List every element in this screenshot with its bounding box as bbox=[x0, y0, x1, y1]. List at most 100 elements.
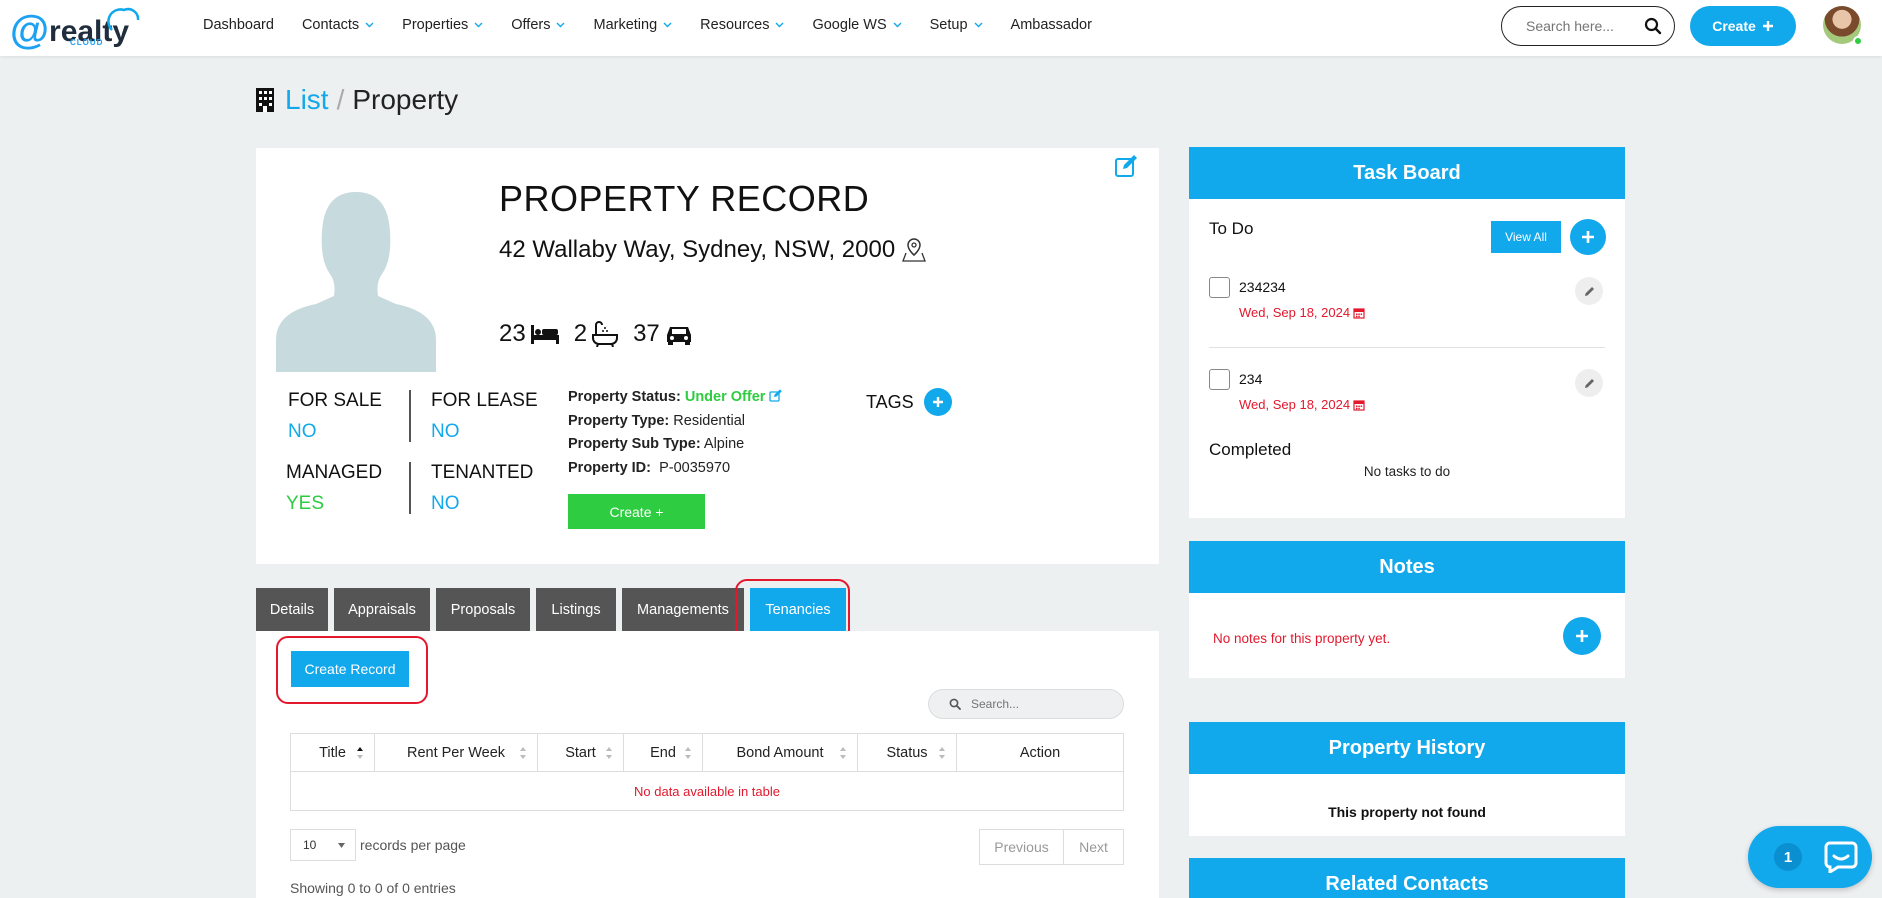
chevron-down-icon bbox=[893, 22, 902, 28]
edit-task-button[interactable] bbox=[1575, 277, 1603, 305]
no-tasks-text: No tasks to do bbox=[1363, 464, 1451, 479]
logo-at: @ bbox=[10, 8, 50, 52]
menu-dashboard[interactable]: Dashboard bbox=[203, 17, 274, 33]
page-size-select[interactable]: 10 bbox=[290, 829, 356, 861]
for-sale-label: FOR SALE bbox=[288, 390, 382, 411]
menu-resources[interactable]: Resources bbox=[700, 17, 784, 33]
create-button[interactable]: Create bbox=[1690, 6, 1796, 46]
breadcrumb-list-link[interactable]: List bbox=[285, 84, 329, 116]
tags-label: TAGS bbox=[866, 391, 914, 412]
chat-notification-count: 1 bbox=[1774, 843, 1802, 871]
menu-marketing[interactable]: Marketing bbox=[593, 17, 672, 33]
task-date-text: Wed, Sep 18, 2024 bbox=[1239, 305, 1351, 320]
for-sale-value: NO bbox=[288, 421, 317, 442]
sort-icon bbox=[520, 747, 526, 759]
chevron-down-icon bbox=[556, 22, 565, 28]
highlight-ring-create-record bbox=[276, 636, 428, 704]
plus-icon bbox=[1576, 630, 1588, 642]
column-header-status[interactable]: Status bbox=[857, 733, 957, 772]
table-search[interactable] bbox=[928, 689, 1124, 719]
tab-appraisals[interactable]: Appraisals bbox=[334, 588, 430, 631]
property-subtype-value: Alpine bbox=[703, 436, 745, 452]
add-tag-button[interactable] bbox=[923, 388, 952, 416]
next-page-button[interactable]: Next bbox=[1064, 829, 1124, 865]
menu-setup[interactable]: Setup bbox=[930, 17, 983, 33]
edit-task-button[interactable] bbox=[1575, 369, 1603, 397]
tab-details[interactable]: Details bbox=[256, 588, 328, 631]
column-label: Status bbox=[886, 744, 928, 761]
menu-label: Google WS bbox=[812, 17, 887, 33]
search-icon[interactable] bbox=[1644, 17, 1662, 35]
related-contacts-title: Related Contacts bbox=[1189, 858, 1625, 898]
menu-label: Contacts bbox=[301, 17, 360, 33]
menu-offers[interactable]: Offers bbox=[511, 17, 565, 33]
menu-ambassador[interactable]: Ambassador bbox=[1011, 17, 1092, 33]
menu-contacts[interactable]: Contacts bbox=[302, 17, 374, 33]
records-per-page: 10 records per page bbox=[290, 829, 466, 861]
plus-icon bbox=[1582, 231, 1594, 243]
tab-managements[interactable]: Managements bbox=[622, 588, 744, 631]
related-contacts-panel: Related Contacts bbox=[1189, 858, 1625, 898]
tab-proposals[interactable]: Proposals bbox=[436, 588, 530, 631]
flag-divider bbox=[409, 390, 411, 442]
task-checkbox[interactable] bbox=[1209, 369, 1230, 390]
property-status-value[interactable]: Under Offer bbox=[685, 389, 766, 405]
realty-cloud-logo[interactable]: @ realty CLOUD bbox=[10, 2, 140, 52]
property-placeholder-image bbox=[276, 162, 436, 372]
task-name[interactable]: 234234 bbox=[1239, 279, 1286, 295]
column-header-end[interactable]: End bbox=[623, 733, 703, 772]
sort-icon bbox=[606, 747, 612, 759]
pencil-icon bbox=[1584, 378, 1594, 388]
table-search-input[interactable] bbox=[971, 697, 1101, 711]
chat-bubble-icon bbox=[1824, 841, 1858, 873]
column-label: Bond Amount bbox=[736, 744, 824, 761]
previous-page-button[interactable]: Previous bbox=[979, 829, 1064, 865]
task-divider bbox=[1209, 347, 1605, 348]
property-subtype-row: Property Sub Type: Alpine bbox=[568, 433, 783, 457]
tab-listings[interactable]: Listings bbox=[536, 588, 616, 631]
global-search-input[interactable] bbox=[1526, 18, 1636, 34]
task-name[interactable]: 234 bbox=[1239, 371, 1262, 387]
caret-down-icon bbox=[338, 842, 345, 848]
column-header-title[interactable]: Title bbox=[290, 733, 375, 772]
property-status-row: Property Status: Under Offer bbox=[568, 386, 783, 410]
column-label: Action bbox=[1019, 744, 1061, 761]
property-id-value: P-0035970 bbox=[659, 459, 731, 476]
edit-property-icon[interactable] bbox=[1114, 154, 1140, 178]
add-note-button[interactable] bbox=[1563, 617, 1601, 655]
column-header-start[interactable]: Start bbox=[537, 733, 624, 772]
edit-status-icon[interactable] bbox=[769, 389, 783, 402]
global-search[interactable] bbox=[1501, 6, 1675, 46]
property-history-panel: Property History This property not found bbox=[1189, 722, 1625, 836]
property-type-label: Property Type: bbox=[568, 412, 670, 429]
plus-icon bbox=[1762, 21, 1773, 31]
add-task-button[interactable] bbox=[1570, 219, 1606, 255]
page-size-value: 10 bbox=[303, 838, 317, 852]
pagination: Previous Next bbox=[979, 829, 1124, 865]
view-all-button[interactable]: View All bbox=[1491, 221, 1561, 253]
tags-section: TAGS bbox=[866, 388, 952, 416]
column-header-bond[interactable]: Bond Amount bbox=[702, 733, 858, 772]
breadcrumb-separator: / bbox=[336, 84, 345, 115]
menu-properties[interactable]: Properties bbox=[402, 17, 483, 33]
property-type-value: Residential bbox=[673, 412, 746, 429]
property-address: 42 Wallaby Way, Sydney, NSW, 2000 bbox=[499, 236, 927, 264]
menu-google-ws[interactable]: Google WS bbox=[812, 17, 902, 33]
chevron-down-icon bbox=[974, 22, 983, 28]
breadcrumb-current: Property bbox=[352, 84, 459, 115]
column-header-rent[interactable]: Rent Per Week bbox=[374, 733, 538, 772]
task-checkbox[interactable] bbox=[1209, 277, 1230, 298]
plus-icon bbox=[932, 397, 943, 407]
column-label: Rent Per Week bbox=[406, 744, 506, 761]
chevron-down-icon bbox=[775, 22, 784, 28]
bedroom-count: 23 bbox=[499, 320, 526, 347]
column-header-action: Action bbox=[956, 733, 1124, 772]
calendar-icon bbox=[1353, 307, 1365, 319]
managed-label: MANAGED bbox=[286, 462, 383, 483]
chevron-down-icon bbox=[474, 22, 483, 28]
map-pin-icon[interactable] bbox=[901, 237, 927, 263]
column-label: Title bbox=[319, 744, 346, 761]
property-create-button[interactable]: Create + bbox=[568, 494, 705, 529]
support-chat-widget[interactable]: 1 bbox=[1748, 826, 1872, 888]
property-id-row: Property ID: P-0035970 bbox=[568, 457, 783, 481]
